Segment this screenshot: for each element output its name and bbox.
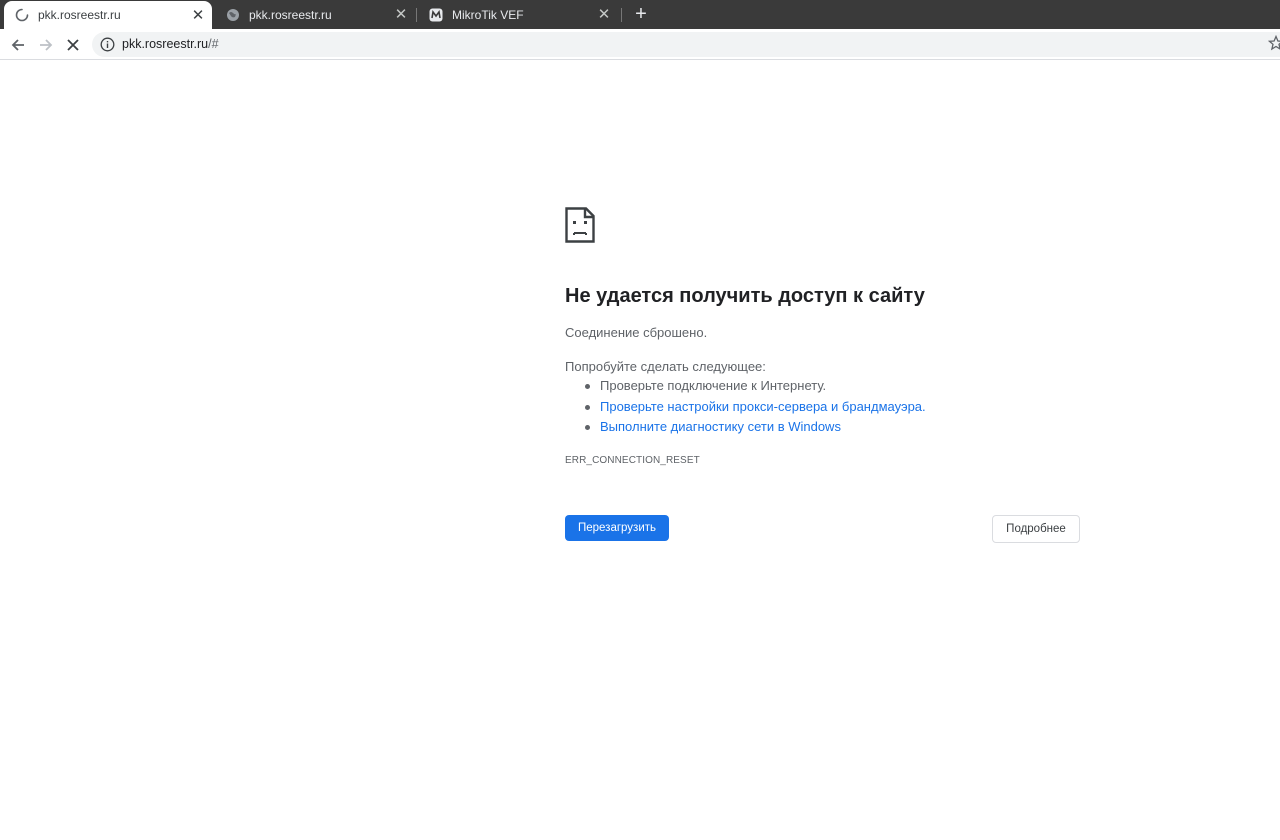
error-code: ERR_CONNECTION_RESET [565, 455, 700, 466]
mikrotik-logo-icon [428, 7, 444, 23]
url-path: /# [208, 37, 219, 51]
new-tab-button[interactable]: + [630, 3, 652, 25]
stop-loading-button[interactable] [61, 33, 85, 57]
tab-title: pkk.rosreestr.ru [38, 8, 121, 22]
globe-icon [225, 7, 241, 23]
tab-1[interactable]: pkk.rosreestr.ru ✕ [4, 1, 212, 29]
tab-3[interactable]: MikroTik VEF ✕ [418, 0, 618, 29]
tab-title: MikroTik VEF [452, 7, 524, 22]
close-tab-icon[interactable]: ✕ [393, 7, 409, 23]
loading-spinner-icon [14, 7, 30, 23]
error-description: Соединение сброшено. [565, 325, 708, 340]
tab-title: pkk.rosreestr.ru [249, 7, 332, 22]
suggestion-check-connection: Проверьте подключение к Интернету. [565, 378, 926, 399]
tab-separator [621, 8, 622, 22]
suggestion-network-diagnostics-link[interactable]: Выполните диагностику сети в Windows [565, 419, 926, 440]
close-tab-icon[interactable]: ✕ [596, 7, 612, 23]
tab-strip: pkk.rosreestr.ru ✕ pkk.rosreestr.ru ✕ Mi… [0, 0, 1280, 29]
reload-button[interactable]: Перезагрузить [565, 515, 669, 541]
stop-icon [67, 39, 79, 51]
bookmark-star-icon[interactable] [1268, 35, 1280, 51]
close-tab-icon[interactable]: ✕ [190, 7, 206, 23]
info-icon[interactable] [100, 37, 115, 52]
address-bar[interactable]: pkk.rosreestr.ru/# [92, 32, 1280, 57]
toolbar: pkk.rosreestr.ru/# [0, 29, 1280, 60]
tab-2[interactable]: pkk.rosreestr.ru ✕ [215, 0, 415, 29]
sad-page-icon [565, 207, 595, 243]
details-button[interactable]: Подробнее [992, 515, 1080, 543]
suggestions-list: Проверьте подключение к Интернету. Прове… [565, 378, 926, 440]
error-title: Не удается получить доступ к сайту [565, 285, 925, 307]
back-arrow-icon [11, 39, 24, 51]
url-host: pkk.rosreestr.ru [122, 37, 209, 51]
suggestion-check-proxy-link[interactable]: Проверьте настройки прокси-сервера и бра… [565, 399, 926, 420]
url-text[interactable]: pkk.rosreestr.ru/# [122, 37, 219, 51]
back-button[interactable] [6, 33, 30, 57]
tab-separator [416, 8, 417, 22]
forward-button[interactable] [34, 33, 58, 57]
suggestions-heading: Попробуйте сделать следующее: [565, 359, 766, 374]
forward-arrow-icon [40, 39, 53, 51]
